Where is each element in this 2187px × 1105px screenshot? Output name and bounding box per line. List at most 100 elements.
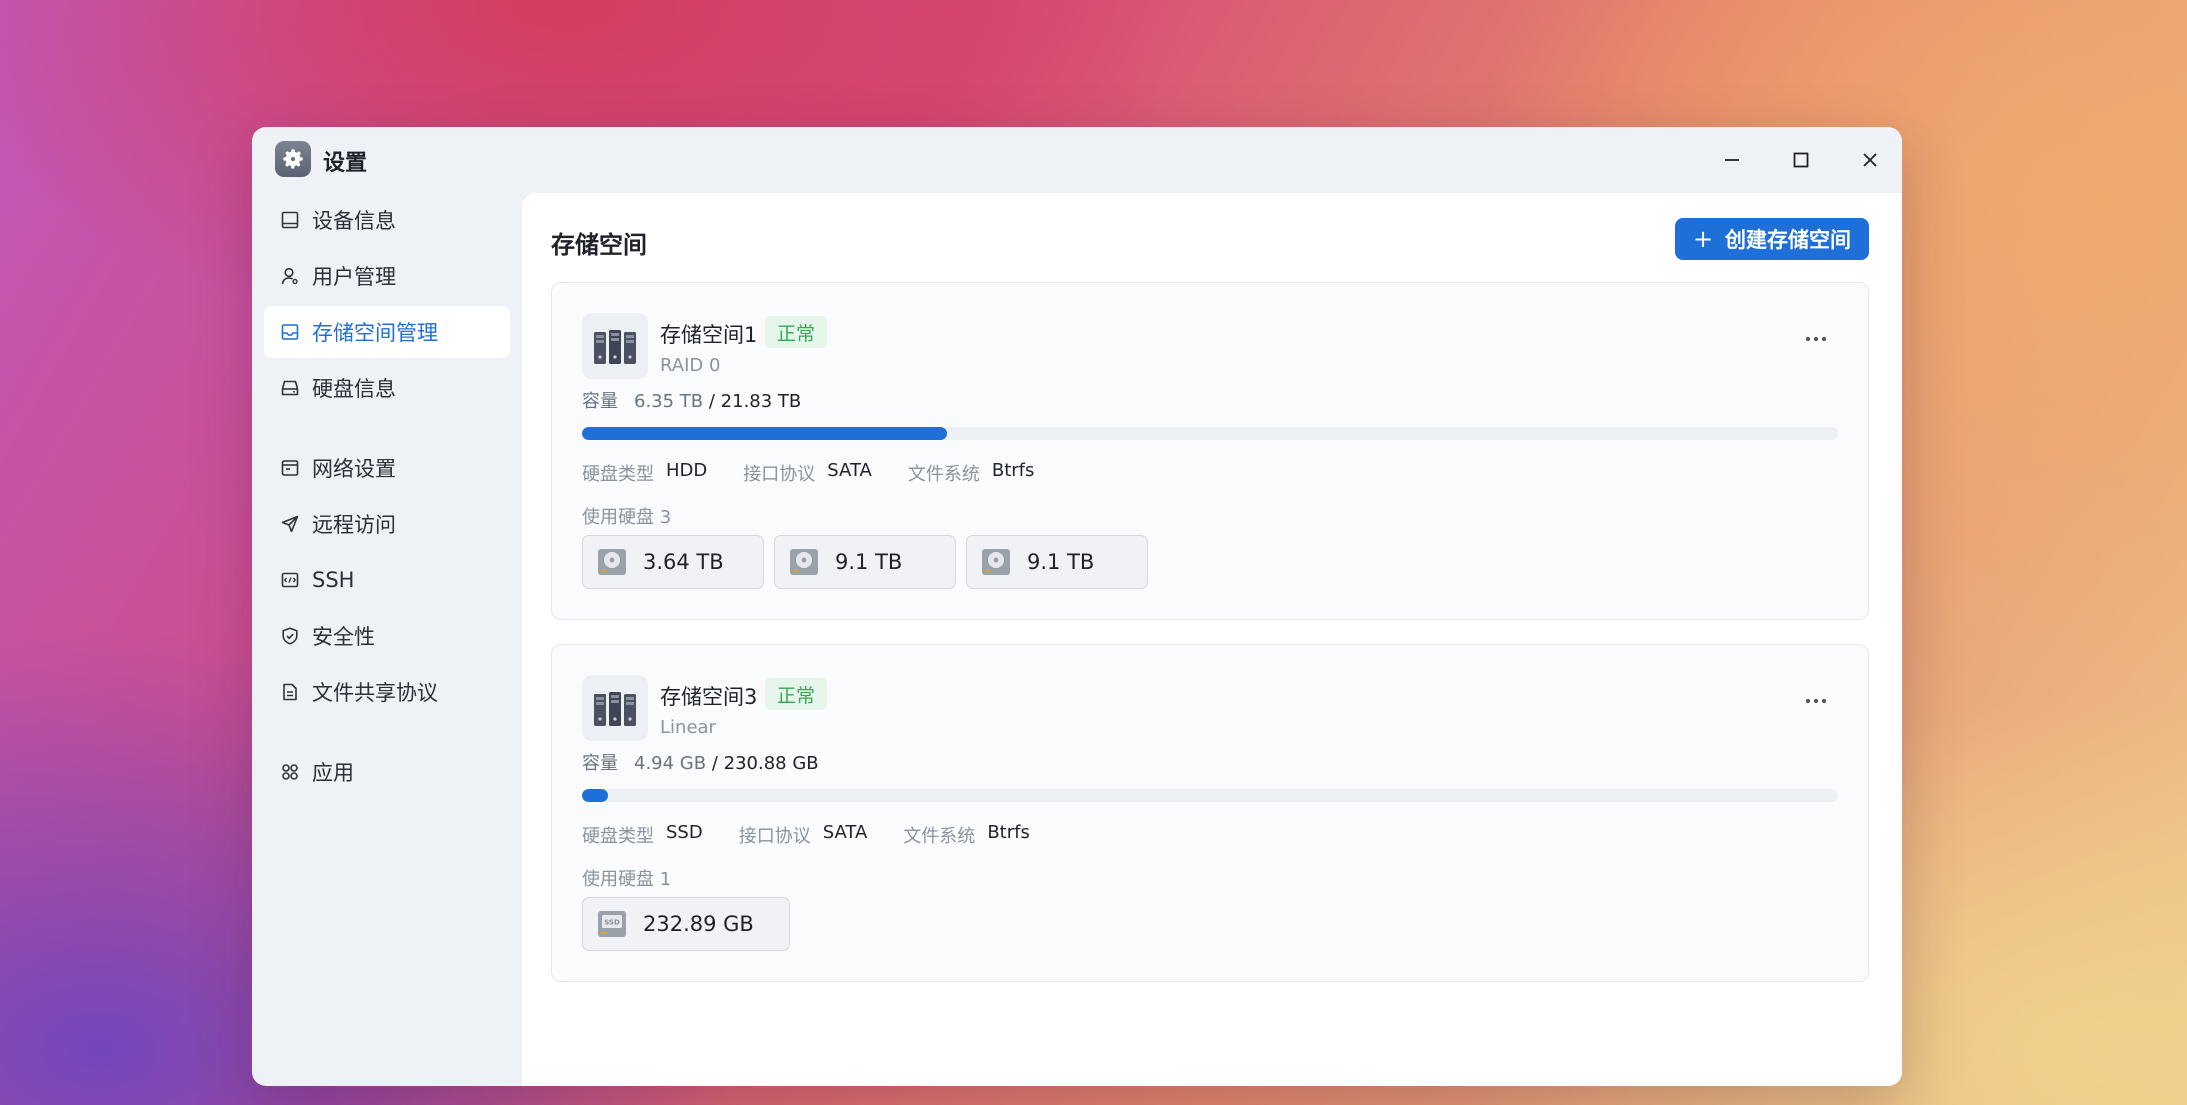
sidebar-item-storage-management[interactable]: 存储空间管理 [264,306,510,358]
pool-name: 存储空间1 [660,323,758,347]
ssd-chip-text: SSD [604,919,620,927]
pool-properties: 硬盘类型 SSD 接口协议 SATA 文件系统 Btrfs [582,822,1066,848]
sidebar-item-label: 远程访问 [312,513,396,537]
sidebar-item-label: 硬盘信息 [312,377,396,401]
capacity-label: 容量 [582,391,618,412]
disk-size: 3.64 TB [643,550,724,574]
plus-icon: + [1692,225,1714,253]
sidebar-item-label: 文件共享协议 [312,681,438,705]
apps-icon [278,760,302,784]
terminal-icon [278,568,302,592]
disks-used-label: 使用硬盘 3 [582,507,672,528]
maximize-button[interactable] [1784,143,1818,177]
disk-type-value: SSD [666,822,703,843]
minimize-button[interactable] [1715,143,1749,177]
sidebar-item-label: 安全性 [312,625,375,649]
sidebar-item-label: 设备信息 [312,209,396,233]
sidebar-item-disk-info[interactable]: 硬盘信息 [264,362,510,414]
harddisk-icon [278,376,302,400]
close-button[interactable] [1853,143,1887,177]
more-icon [1805,336,1827,342]
capacity-bar [582,789,1838,802]
minimize-icon [1725,159,1739,161]
disk-type-value: HDD [666,460,708,481]
close-icon [1863,153,1877,167]
capacity-used: 6.35 TB [634,391,704,412]
status-badge: 正常 [765,316,828,348]
sidebar-item-ssh[interactable]: SSH [264,554,510,606]
network-icon [278,456,302,480]
ssd-icon: SSD [595,907,629,941]
hdd-icon [787,545,821,579]
sidebar-item-user-management[interactable]: 用户管理 [264,250,510,302]
device-info-icon [278,208,302,232]
sidebar: 设备信息 用户管理 存储空间管理 硬盘信息 网络设置 远程访问 SSH 安全性 [252,193,520,1086]
storage-pool-card: 存储空间1 正常 RAID 0 容量 6.35 TB / 21.83 TB 硬盘类… [551,282,1869,620]
hdd-icon [979,545,1013,579]
more-options-button[interactable] [1798,327,1834,351]
sidebar-item-label: SSH [312,568,355,592]
page-title: 存储空间 [551,231,647,259]
document-icon [278,680,302,704]
window-title: 设置 [323,151,368,176]
interface-value: SATA [822,822,868,843]
sidebar-item-network[interactable]: 网络设置 [264,442,510,494]
main-panel: 存储空间 + 创建存储空间 存储空间1 正常 RAID 0 容量 6.35 TB [522,193,1902,1086]
send-icon [278,512,302,536]
settings-window: 设置 设备信息 用户管理 存储空间管理 硬盘信息 网络设置 远程访问 SSH 安… [252,127,1902,1086]
capacity-info: 容量 6.35 TB / 21.83 TB [582,387,801,413]
interface-value: SATA [827,460,872,481]
capacity-total: / 230.88 GB [711,753,819,774]
sidebar-item-label: 用户管理 [312,265,396,289]
create-storage-button[interactable]: + 创建存储空间 [1675,218,1869,260]
gear-icon [275,141,311,177]
disk-chip[interactable]: 9.1 TB [966,535,1148,589]
sidebar-item-security[interactable]: 安全性 [264,610,510,662]
capacity-bar [582,427,1838,440]
create-storage-label: 创建存储空间 [1725,228,1852,252]
capacity-used: 4.94 GB [634,753,707,774]
sidebar-item-label: 网络设置 [312,457,396,481]
more-icon [1805,698,1827,704]
server-rack-icon [582,313,648,379]
interface-label: 接口协议 [743,464,816,485]
raid-level: RAID 0 [660,355,721,376]
capacity-bar-fill [582,427,948,440]
capacity-info: 容量 4.94 GB / 230.88 GB [582,749,819,775]
sidebar-item-apps[interactable]: 应用 [264,746,510,798]
disk-size: 9.1 TB [835,550,903,574]
interface-label: 接口协议 [738,826,811,847]
pool-properties: 硬盘类型 HDD 接口协议 SATA 文件系统 Btrfs [582,460,1070,486]
more-options-button[interactable] [1798,689,1834,713]
raid-level: Linear [660,717,716,738]
title-bar: 设置 [252,127,1902,193]
disk-size: 9.1 TB [1027,550,1095,574]
hdd-icon [595,545,629,579]
shield-icon [278,624,302,648]
disks-used-label: 使用硬盘 1 [582,869,672,890]
sidebar-item-label: 存储空间管理 [312,321,438,345]
status-badge: 正常 [765,678,828,710]
disk-chip[interactable]: 3.64 TB [582,535,764,589]
pool-name: 存储空间3 [660,685,758,709]
sidebar-item-remote-access[interactable]: 远程访问 [264,498,510,550]
storage-icon [278,320,302,344]
sidebar-item-label: 应用 [312,761,354,785]
server-rack-icon [582,675,648,741]
disk-size: 232.89 GB [643,912,754,936]
storage-pool-card: 存储空间3 正常 Linear 容量 4.94 GB / 230.88 GB 硬盘… [551,644,1869,982]
sidebar-item-device-info[interactable]: 设备信息 [264,194,510,246]
filesystem-label: 文件系统 [903,826,976,847]
filesystem-value: Btrfs [987,822,1030,843]
capacity-bar-fill [582,789,609,802]
sidebar-item-file-sharing[interactable]: 文件共享协议 [264,666,510,718]
filesystem-label: 文件系统 [907,464,980,485]
capacity-total: / 21.83 TB [708,391,802,412]
user-icon [278,264,302,288]
disk-chip[interactable]: 9.1 TB [774,535,956,589]
disk-chip[interactable]: SSD 232.89 GB [582,897,790,951]
maximize-icon [1793,152,1809,168]
disk-type-label: 硬盘类型 [582,464,654,485]
disk-type-label: 硬盘类型 [582,826,654,847]
capacity-label: 容量 [582,753,618,774]
